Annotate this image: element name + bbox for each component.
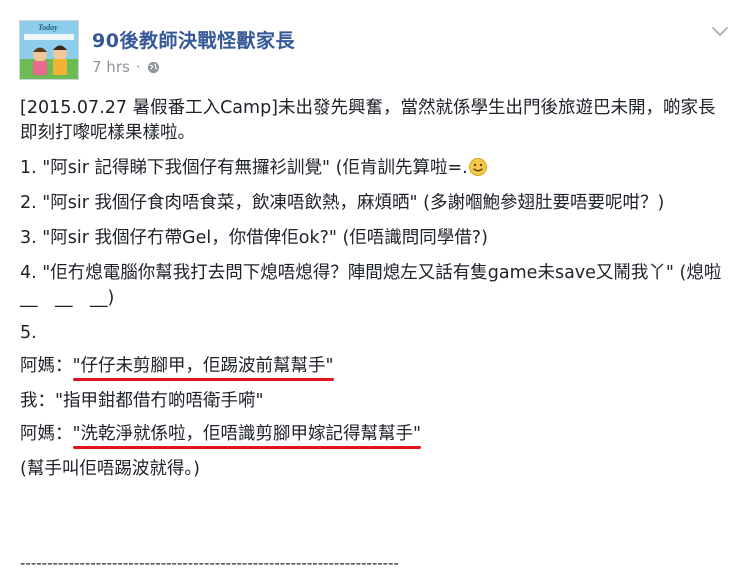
paragraph-item-1: 1. "阿sir 記得睇下我個仔有無攞衫訓覺" (佢肯訓先算啦=. [20, 156, 730, 181]
red-underline [72, 378, 334, 381]
paragraph-item-3: 3. "阿sir 我個仔冇帶Gel，你借俾佢ok?" (佢唔識問同學借?) [20, 228, 488, 248]
page-name-link[interactable]: 90後教師決戰怪獸家長 [92, 26, 295, 53]
avatar-illustration: Today [20, 21, 78, 79]
chevron-down-icon[interactable] [711, 26, 729, 38]
globe-icon[interactable] [147, 61, 160, 74]
facebook-post: Today 90後教師決戰怪獸家長 7 hrs · [2015.07.27 暑假… [0, 0, 747, 572]
dialogue-mom-1: 阿媽："仔仔未剪腳甲，佢踢波前幫幫手" [20, 354, 730, 381]
item-1-text: 1. "阿sir 記得睇下我個仔有無攞衫訓覺" (佢肯訓先算啦=. [20, 158, 468, 178]
dialogue-me: 我："指甲鉗都借冇啲唔衛手嗬" [20, 391, 264, 411]
paragraph-intro: [2015.07.27 暑假番工入Camp]未出發先興奮，當然就係學生出門後旅遊… [20, 98, 716, 143]
mom-2-quote: "洗乾淨就係啦，佢唔識剪腳甲嫁記得幫幫手" [72, 424, 422, 444]
paragraph-closing: (幫手叫佢唔踢波就得。) [20, 459, 200, 479]
dialogue-mom-2: 阿媽："洗乾淨就係啦，佢唔識剪腳甲嫁記得幫幫手" [20, 422, 730, 449]
divider-line: ----------------------------------------… [20, 554, 399, 572]
mom-1-quote: "仔仔未剪腳甲，佢踢波前幫幫手" [72, 356, 334, 376]
meta-separator: · [135, 58, 141, 76]
paragraph-item-2: 2. "阿sir 我個仔食肉唔食菜，飲凍唔飲熱，麻煩晒" (多謝嗰鮑參翅肚要唔要… [20, 193, 665, 213]
avatar-text: Today [38, 23, 58, 32]
page-avatar[interactable]: Today [19, 20, 79, 80]
paragraph-item-5: 5. [20, 323, 37, 343]
post-meta: 7 hrs · [92, 58, 160, 76]
mom-2-quote-wrapper: "洗乾淨就係啦，佢唔識剪腳甲嫁記得幫幫手" [72, 422, 422, 449]
red-underline [72, 446, 422, 449]
mom-1-speaker: 阿媽： [20, 356, 73, 376]
post-body: [2015.07.27 暑假番工入Camp]未出發先興奮，當然就係學生出門後旅遊… [20, 96, 739, 492]
smiley-emoji-icon [468, 158, 487, 176]
mom-2-speaker: 阿媽： [20, 424, 73, 444]
paragraph-item-4: 4. "佢冇熄電腦你幫我打去問下熄唔熄得？陣間熄左又話有隻game未save又鬧… [20, 263, 739, 308]
post-timestamp[interactable]: 7 hrs [92, 58, 130, 76]
mom-1-quote-wrapper: "仔仔未剪腳甲，佢踢波前幫幫手" [72, 354, 334, 381]
